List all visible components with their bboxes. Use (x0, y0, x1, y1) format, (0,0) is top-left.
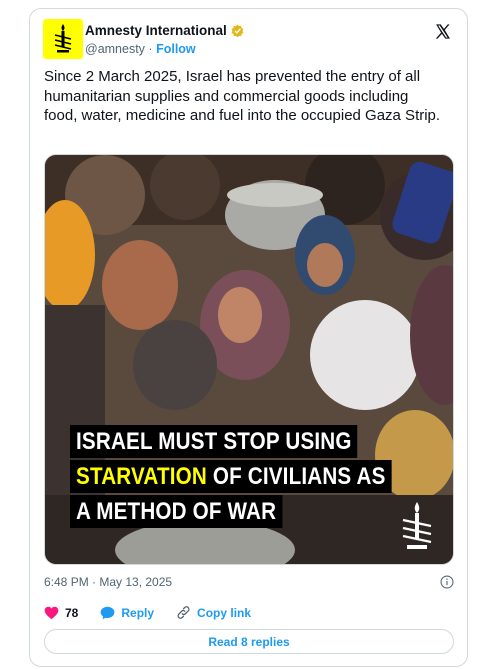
heart-icon (44, 606, 59, 619)
tweet-text: Since 2 March 2025, Israel has prevented… (44, 68, 441, 124)
avatar[interactable] (43, 19, 83, 59)
banner-line-1: ISRAEL MUST STOP USING (70, 425, 358, 458)
read-replies-button[interactable]: Read 8 replies (44, 629, 454, 654)
reply-label: Reply (121, 605, 155, 620)
link-icon (177, 606, 190, 619)
follow-button[interactable]: Follow (156, 42, 196, 56)
banner-line-3: A METHOD OF WAR (70, 495, 283, 528)
tweet-timestamp[interactable]: 6:48 PM · May 13, 2025 (44, 575, 172, 589)
action-bar: 78 Reply Copy link (44, 605, 273, 620)
banner-line-2: STARVATION OF CIVILIANS AS (70, 460, 392, 493)
banner-highlight: STARVATION (76, 463, 207, 490)
amnesty-candle-logo (402, 502, 432, 549)
info-icon[interactable] (440, 575, 454, 589)
reply-button[interactable]: Reply (100, 606, 154, 620)
x-logo-icon[interactable] (434, 23, 451, 40)
tweet-media-image[interactable]: ISRAEL MUST STOP USING STARVATION OF CIV… (44, 154, 454, 565)
copy-link-label: Copy link (197, 605, 252, 620)
banner-line-2-rest: OF CIVILIANS AS (206, 463, 386, 490)
tweet-card: Amnesty International @amnesty · Follow … (29, 8, 468, 667)
author-handle[interactable]: @amnesty (85, 42, 145, 56)
handle-separator: · (148, 42, 153, 56)
like-count: 78 (65, 605, 79, 620)
verified-badge-icon (231, 24, 244, 37)
reply-bubble-icon (100, 606, 115, 619)
amnesty-candle-logo (54, 24, 72, 53)
like-button[interactable]: 78 (44, 606, 78, 620)
handle-row: @amnesty · Follow (85, 42, 196, 56)
copy-link-button[interactable]: Copy link (176, 605, 251, 620)
author-name[interactable]: Amnesty International (85, 23, 227, 38)
